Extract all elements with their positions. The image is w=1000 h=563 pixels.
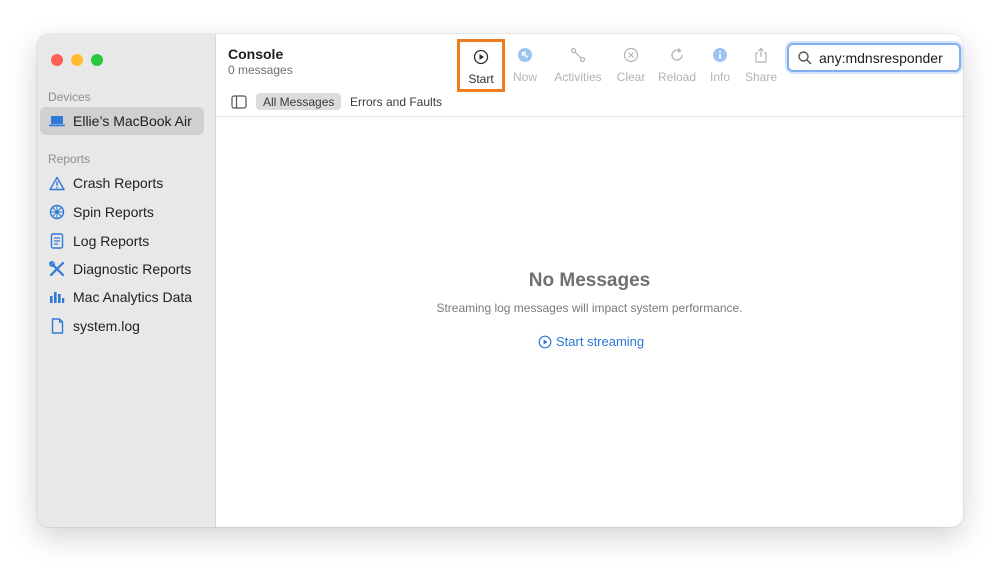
zoom-window-button[interactable] bbox=[91, 54, 103, 66]
search-icon bbox=[798, 50, 812, 65]
console-window: Devices Ellie’s MacBook Air Reports Cras… bbox=[37, 34, 963, 527]
share-label: Share bbox=[744, 70, 778, 84]
app-title: Console bbox=[228, 46, 284, 62]
sidebar-item-label: Diagnostic Reports bbox=[73, 261, 192, 277]
devices-section-label: Devices bbox=[48, 90, 91, 104]
clear-x-circle-icon bbox=[622, 46, 640, 64]
sidebar-item-system-log[interactable]: system.log bbox=[40, 312, 204, 340]
activities-icon bbox=[569, 46, 587, 64]
sidebar-item-label: Spin Reports bbox=[73, 204, 154, 220]
warning-triangle-icon bbox=[48, 174, 66, 192]
minimize-window-button[interactable] bbox=[71, 54, 83, 66]
sidebar-item-log-reports[interactable]: Log Reports bbox=[40, 227, 204, 255]
wrench-screwdriver-icon bbox=[48, 260, 66, 278]
info-icon bbox=[711, 46, 729, 64]
laptop-icon bbox=[48, 112, 66, 130]
document-list-icon bbox=[48, 232, 66, 250]
sidebar-item-diagnostic-reports[interactable]: Diagnostic Reports bbox=[40, 255, 204, 283]
clear-label: Clear bbox=[616, 70, 646, 84]
reload-icon bbox=[668, 46, 686, 64]
filter-bar: All Messages Errors and Faults bbox=[216, 90, 963, 117]
start-button[interactable]: Start bbox=[457, 39, 505, 92]
reload-label: Reload bbox=[657, 70, 697, 84]
sidebar: Devices Ellie’s MacBook Air Reports Cras… bbox=[37, 34, 216, 527]
start-streaming-label: Start streaming bbox=[556, 334, 645, 349]
document-icon bbox=[48, 317, 66, 335]
spin-wheel-icon bbox=[48, 203, 66, 221]
now-label: Now bbox=[512, 70, 537, 84]
sidebar-item-label: Crash Reports bbox=[73, 175, 164, 191]
tab-all-messages[interactable]: All Messages bbox=[256, 93, 342, 110]
play-circle-icon bbox=[472, 48, 490, 66]
bar-chart-icon bbox=[48, 288, 66, 306]
sidebar-item-label: Mac Analytics Data bbox=[73, 289, 193, 305]
now-button[interactable]: Now bbox=[501, 46, 549, 86]
sidebar-toggle-icon[interactable] bbox=[231, 95, 247, 109]
search-field[interactable]: any:mdnsresponder bbox=[787, 43, 961, 72]
close-window-button[interactable] bbox=[51, 54, 63, 66]
info-label: Info bbox=[709, 70, 730, 84]
sidebar-item-label: Log Reports bbox=[73, 233, 150, 249]
sidebar-item-label: system.log bbox=[73, 318, 140, 334]
sidebar-item-label: Ellie’s MacBook Air bbox=[73, 113, 192, 129]
start-label: Start bbox=[468, 72, 494, 86]
search-input[interactable]: any:mdnsresponder bbox=[819, 50, 943, 66]
sidebar-item-spin-reports[interactable]: Spin Reports bbox=[40, 198, 204, 226]
tab-errors-and-faults[interactable]: Errors and Faults bbox=[343, 93, 449, 110]
reports-section-label: Reports bbox=[48, 152, 91, 166]
sidebar-item-crash-reports[interactable]: Crash Reports bbox=[40, 169, 204, 197]
main-pane: Console 0 messages Start Now Activities … bbox=[216, 34, 963, 527]
reload-button[interactable]: Reload bbox=[653, 46, 701, 86]
message-count: 0 messages bbox=[228, 63, 293, 77]
sidebar-item-mac-analytics-data[interactable]: Mac Analytics Data bbox=[40, 283, 204, 311]
start-streaming-link[interactable]: Start streaming bbox=[538, 334, 644, 349]
share-button[interactable]: Share bbox=[737, 46, 785, 86]
jump-to-now-icon bbox=[516, 46, 534, 64]
play-circle-icon bbox=[538, 335, 552, 348]
activities-label: Activities bbox=[554, 70, 602, 84]
empty-state-subtitle: Streaming log messages will impact syste… bbox=[436, 301, 743, 315]
empty-state-title: No Messages bbox=[528, 270, 651, 291]
share-icon bbox=[752, 46, 770, 64]
clear-button[interactable]: Clear bbox=[607, 46, 655, 86]
activities-button[interactable]: Activities bbox=[552, 46, 604, 86]
sidebar-item-device[interactable]: Ellie’s MacBook Air bbox=[40, 107, 204, 135]
